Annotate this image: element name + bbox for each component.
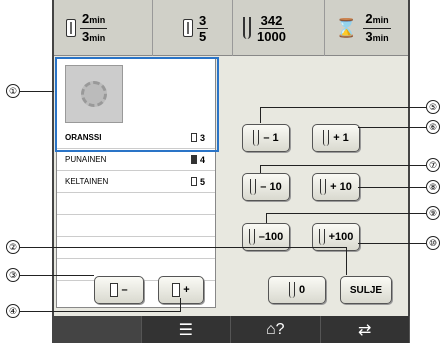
callout-line (358, 187, 426, 188)
swap-icon: ⇄ (358, 321, 372, 339)
needle-icon (248, 229, 255, 245)
spool-icon (190, 155, 197, 164)
machine-icon: ⌂ (265, 320, 276, 338)
callout-line (260, 107, 426, 108)
minus-1-button[interactable]: – 1 (242, 124, 290, 152)
list-item[interactable]: PUNAINEN 4 (57, 149, 215, 171)
embroidery-screen: 2min 3min 3 5 342 1000 ⌛ 2min 3min ORANS… (52, 0, 410, 343)
callout-line (180, 298, 181, 312)
spool-minus-button[interactable]: – (94, 276, 144, 304)
status-bar: 2min 3min 3 5 342 1000 ⌛ 2min 3min (54, 0, 408, 56)
plus-1-button[interactable]: + 1 (312, 124, 360, 152)
remaining-time: ⌛ 2min 3min (324, 0, 408, 56)
button-label: + 10 (330, 181, 352, 193)
spool-icon (183, 19, 193, 37)
list-item (57, 237, 215, 259)
button-label: – (121, 284, 128, 296)
button-label: SULJE (349, 284, 383, 296)
nav-help-button[interactable]: ⌂? (231, 316, 321, 343)
zero-button[interactable]: 0 (268, 276, 326, 304)
list-icon: ☰ (178, 321, 193, 339)
button-label: +100 (328, 231, 354, 243)
callout-line (260, 107, 261, 123)
callout-line (346, 247, 347, 275)
thread-name: PUNAINEN (65, 155, 107, 164)
callout-line (20, 247, 346, 248)
callout-line (260, 165, 426, 166)
stitch-count: 342 1000 (232, 0, 322, 56)
minus-10-button[interactable]: – 10 (242, 173, 290, 201)
callout-8: ⑧ (426, 180, 440, 194)
thread-index: 5 (199, 176, 205, 187)
spool-icon (110, 283, 119, 297)
list-item (57, 193, 215, 215)
nav-list-button[interactable]: ☰ (142, 316, 231, 343)
needle-icon (250, 179, 257, 195)
thread-index: 4 (199, 154, 205, 165)
hourglass-icon: ⌛ (335, 17, 358, 38)
selection-highlight (55, 57, 219, 152)
callout-10: ⑩ (426, 236, 440, 250)
thread-color-list: ORANSSI 3 PUNAINEN 4 KELTAINEN 5 (55, 57, 219, 308)
callout-line (358, 243, 426, 244)
nav-swap-button[interactable]: ⇄ (321, 316, 410, 343)
spool-plus-button[interactable]: + (158, 276, 204, 304)
list-item[interactable]: KELTAINEN 5 (57, 171, 215, 193)
callout-6: ⑥ (426, 120, 440, 134)
button-label: + 1 (333, 132, 349, 144)
needle-icon (288, 282, 295, 298)
callout-5: ⑤ (426, 100, 440, 114)
color-change-count: 3 5 (152, 0, 232, 56)
needle-icon (320, 179, 327, 195)
needle-icon (243, 17, 251, 39)
callout-line (20, 311, 180, 312)
callout-9: ⑨ (426, 206, 440, 220)
button-label: – 10 (260, 181, 282, 193)
list-item (57, 215, 215, 237)
button-label: + (183, 284, 190, 296)
callout-3: ③ (6, 268, 20, 282)
callout-line (260, 165, 261, 173)
callout-4: ④ (6, 304, 20, 318)
callout-1: ① (6, 84, 20, 98)
spool-icon (190, 177, 197, 186)
needle-icon (323, 130, 330, 146)
callout-7: ⑦ (426, 158, 440, 172)
close-button[interactable]: SULJE (340, 276, 392, 304)
plus-10-button[interactable]: + 10 (312, 173, 360, 201)
button-label: – 1 (263, 132, 279, 144)
thread-name: KELTAINEN (65, 177, 109, 186)
callout-line (266, 213, 426, 214)
bottom-nav: ☰ ⌂? ⇄ (52, 316, 410, 343)
callout-line (358, 127, 426, 128)
callout-line (20, 91, 54, 92)
callout-line (266, 213, 267, 223)
spool-icon (172, 283, 181, 297)
button-label: –100 (258, 231, 284, 243)
help-label: ? (275, 320, 285, 338)
nav-blank (52, 316, 142, 343)
button-label: 0 (298, 284, 306, 296)
callout-2: ② (6, 240, 20, 254)
needle-icon (253, 130, 260, 146)
spool-icon (66, 19, 76, 37)
needle-icon (318, 229, 325, 245)
callout-line (20, 275, 94, 276)
elapsed-time: 2min 3min (66, 0, 148, 56)
